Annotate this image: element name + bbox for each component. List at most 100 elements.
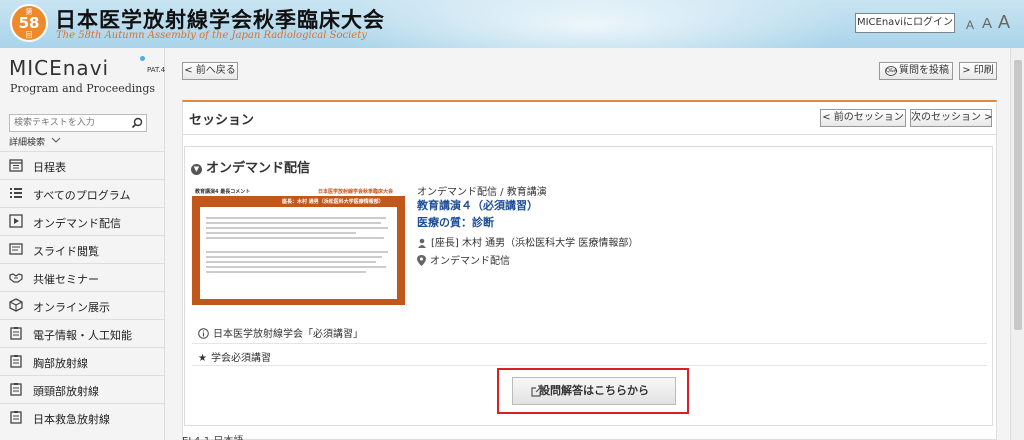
thumbnail-text-line [206, 251, 388, 253]
sidebar-item-head-neck-radiology[interactable]: 頭頸部放射線 [0, 375, 165, 403]
sidebar-item-label: 頭頸部放射線 [33, 385, 99, 398]
sidebar-item-chest-radiology[interactable]: 胸部放射線 [0, 347, 165, 375]
micenavi-logo[interactable]: MICEnavi PAT.4663033 Program and Proceed… [9, 56, 192, 95]
login-button[interactable]: MICEnaviにログイン [855, 13, 955, 33]
search-input[interactable] [10, 115, 120, 131]
sidebar-item-slides[interactable]: スライド閲覧 [0, 235, 165, 263]
info-note: 日本医学放射線学会「必須講習」 [198, 325, 363, 340]
session-category: オンデマンド配信 / 教育講演 [417, 187, 547, 198]
sidebar-nav: 日程表 すべてのプログラム オンデマンド配信 スライド閲覧 共催セミナー オンラ… [0, 151, 165, 431]
advanced-search-label: 詳細検索 [9, 138, 46, 148]
collapse-chevron-icon: ▼ [191, 164, 202, 175]
logo-dot-icon [140, 56, 145, 61]
sidebar-item-label: すべてのプログラム [33, 189, 131, 202]
search-box [9, 114, 147, 132]
answer-questions-button[interactable]: 設問解答はこちらから [512, 377, 676, 405]
divider [183, 134, 996, 135]
session-panel: セッション < 前のセッション 次のセッション > ▼ オンデマンド配信 教育講演… [182, 100, 997, 440]
list-icon [10, 188, 22, 198]
logo-tagline: Program and Proceedings [10, 82, 156, 95]
info-note-label: 日本医学放射線学会「必須講習」 [213, 329, 363, 340]
star-icon: ★ [198, 353, 207, 364]
calendar-icon [9, 159, 23, 172]
main-content: < 前へ戻る Q&A 質問を投稿 > 印刷 セッション < 前のセッション 次の… [165, 48, 1010, 440]
session-card: ▼ オンデマンド配信 教育講演4 最長コメント 日本医学放射線学会秋季臨床大会 座… [184, 146, 993, 426]
prev-session-button[interactable]: < 前のセッション [820, 109, 906, 127]
session-location-label: オンデマンド配信 [430, 256, 510, 267]
badge-number: 58 [18, 14, 40, 32]
map-pin-icon [417, 255, 426, 266]
play-icon [9, 214, 23, 228]
thumbnail-text-line [206, 232, 356, 234]
thumbnail-text-line [206, 271, 366, 273]
sidebar-item-label: 電子情報・人工知能 [33, 329, 132, 342]
post-question-label: 質問を投稿 [899, 65, 949, 76]
sidebar-item-electronic-info-ai[interactable]: 電子情報・人工知能 [0, 319, 165, 347]
sidebar-item-label: オンデマンド配信 [33, 217, 121, 230]
sidebar-item-label: 日本救急放射線 [33, 413, 110, 426]
font-size-small-button[interactable]: A [966, 18, 974, 32]
cube-icon [9, 298, 23, 312]
search-icon[interactable] [131, 117, 143, 129]
thumbnail-title-left: 教育講演4 最長コメント [195, 189, 251, 195]
clipboard-icon [10, 355, 22, 368]
external-link-icon [531, 385, 543, 397]
sidebar-item-on-demand[interactable]: オンデマンド配信 [0, 207, 165, 235]
session-title: 教育講演４（必須講習） [417, 199, 538, 212]
answer-questions-label: 設問解答はこちらから [539, 384, 649, 397]
session-subtitle: 医療の質：診断 [417, 216, 494, 229]
handshake-icon [9, 273, 23, 283]
sidebar-item-all-programs[interactable]: すべてのプログラム [0, 179, 165, 207]
banner-glow [330, 0, 850, 48]
session-chair-label: [座長] 木村 通男（浜松医科大学 医療情報部） [431, 238, 639, 249]
sidebar-item-online-exhibit[interactable]: オンライン展示 [0, 291, 165, 319]
sidebar-item-label: 共催セミナー [33, 273, 99, 286]
thumbnail-text-line [206, 261, 376, 263]
thumbnail-text-line [206, 237, 384, 239]
post-question-button[interactable]: Q&A 質問を投稿 [879, 62, 953, 80]
divider [192, 365, 987, 366]
header-banner: 第 58 回 日本医学放射線学会秋季臨床大会 The 58th Autumn A… [0, 0, 1024, 48]
sidebar-item-label: オンライン展示 [33, 301, 110, 314]
edition-badge: 第 58 回 [10, 4, 48, 42]
next-session-button[interactable]: 次のセッション > [910, 109, 993, 127]
scrollbar[interactable] [1010, 48, 1024, 440]
session-card-title[interactable]: ▼ オンデマンド配信 [191, 157, 310, 176]
thumbnail-text-line [206, 217, 386, 219]
thumbnail-header: 教育講演4 最長コメント 日本医学放射線学会秋季臨床大会 [192, 187, 405, 196]
required-note: ★ 学会必須講習 [198, 349, 271, 364]
sidebar: MICEnavi PAT.4663033 Program and Proceed… [0, 48, 192, 440]
highlight-frame: 設問解答はこちらから [497, 368, 689, 414]
thumbnail-text-line [206, 227, 388, 229]
session-location: オンデマンド配信 [417, 252, 510, 267]
slide-icon [9, 243, 23, 255]
thumbnail-title-right: 日本医学放射線学会秋季臨床大会 [318, 189, 394, 195]
font-size-large-button[interactable]: A [998, 12, 1010, 33]
next-lecture-row: EL4-1 日本語 [182, 432, 243, 440]
thumbnail-text-line [206, 256, 382, 258]
thumbnail-text-line [206, 266, 386, 268]
sidebar-item-label: 胸部放射線 [33, 357, 88, 370]
video-thumbnail[interactable]: 教育講演4 最長コメント 日本医学放射線学会秋季臨床大会 座長：木村 通男（浜松… [192, 187, 405, 305]
font-size-medium-button[interactable]: A [982, 15, 992, 32]
chevron-down-icon [51, 137, 61, 143]
clipboard-icon [10, 411, 22, 424]
qa-bubble-icon: Q&A [885, 66, 898, 76]
session-chair: [座長] 木村 通男（浜松医科大学 医療情報部） [417, 234, 638, 249]
thumbnail-body [200, 207, 397, 299]
logo-text: MICEnavi [9, 56, 110, 80]
sidebar-item-label: 日程表 [33, 161, 66, 174]
session-card-title-label: オンデマンド配信 [206, 161, 311, 176]
scrollbar-thumb[interactable] [1014, 60, 1022, 330]
sidebar-item-label: スライド閲覧 [33, 245, 99, 258]
sidebar-item-sponsored-seminar[interactable]: 共催セミナー [0, 263, 165, 291]
person-icon [418, 238, 426, 248]
sidebar-item-emergency-radiology[interactable]: 日本救急放射線 [0, 403, 165, 431]
divider [192, 343, 987, 344]
badge-bottom: 回 [25, 31, 33, 39]
advanced-search-link[interactable]: 詳細検索 [9, 135, 61, 148]
sidebar-item-schedule[interactable]: 日程表 [0, 151, 165, 179]
print-button[interactable]: > 印刷 [959, 62, 997, 80]
back-button[interactable]: < 前へ戻る [182, 62, 238, 80]
thumbnail-chair: 座長：木村 通男（浜松医科大学医療情報部） [282, 199, 384, 205]
